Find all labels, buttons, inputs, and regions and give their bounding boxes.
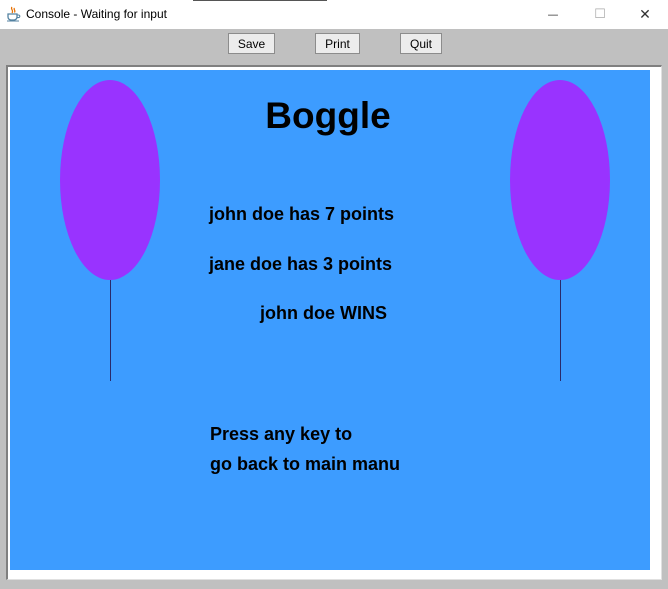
player2-score: jane doe has 3 points <box>209 254 393 274</box>
window-bottom-border <box>0 580 668 589</box>
right-balloon-string <box>560 280 561 381</box>
java-cup-icon <box>7 6 21 22</box>
winner-text: john doe WINS <box>260 303 387 323</box>
window-title: Console - Waiting for input <box>26 7 167 21</box>
left-balloon-string <box>110 280 111 381</box>
quit-button[interactable]: Quit <box>400 33 442 54</box>
close-button[interactable]: ✕ <box>622 0 668 29</box>
prompt-line-1: Press any key to <box>210 424 353 444</box>
titlebar-accent-line <box>193 0 327 1</box>
save-button[interactable]: Save <box>228 33 275 54</box>
maximize-button[interactable]: ☐ <box>577 0 623 29</box>
toolbar: Save Print Quit <box>0 29 668 61</box>
game-canvas[interactable]: Boggle john doe has 7 points jane doe ha… <box>10 70 650 570</box>
print-button[interactable]: Print <box>315 33 360 54</box>
prompt-line-2: go back to main manu <box>210 454 401 474</box>
minimize-icon: — <box>547 8 559 21</box>
player1-score: john doe has 7 points <box>209 204 395 224</box>
window-titlebar: Console - Waiting for input — ☐ ✕ <box>0 0 668 30</box>
minimize-button[interactable]: — <box>530 0 576 29</box>
game-title: Boggle <box>265 95 391 136</box>
maximize-icon: ☐ <box>594 7 606 22</box>
close-icon: ✕ <box>639 6 651 23</box>
